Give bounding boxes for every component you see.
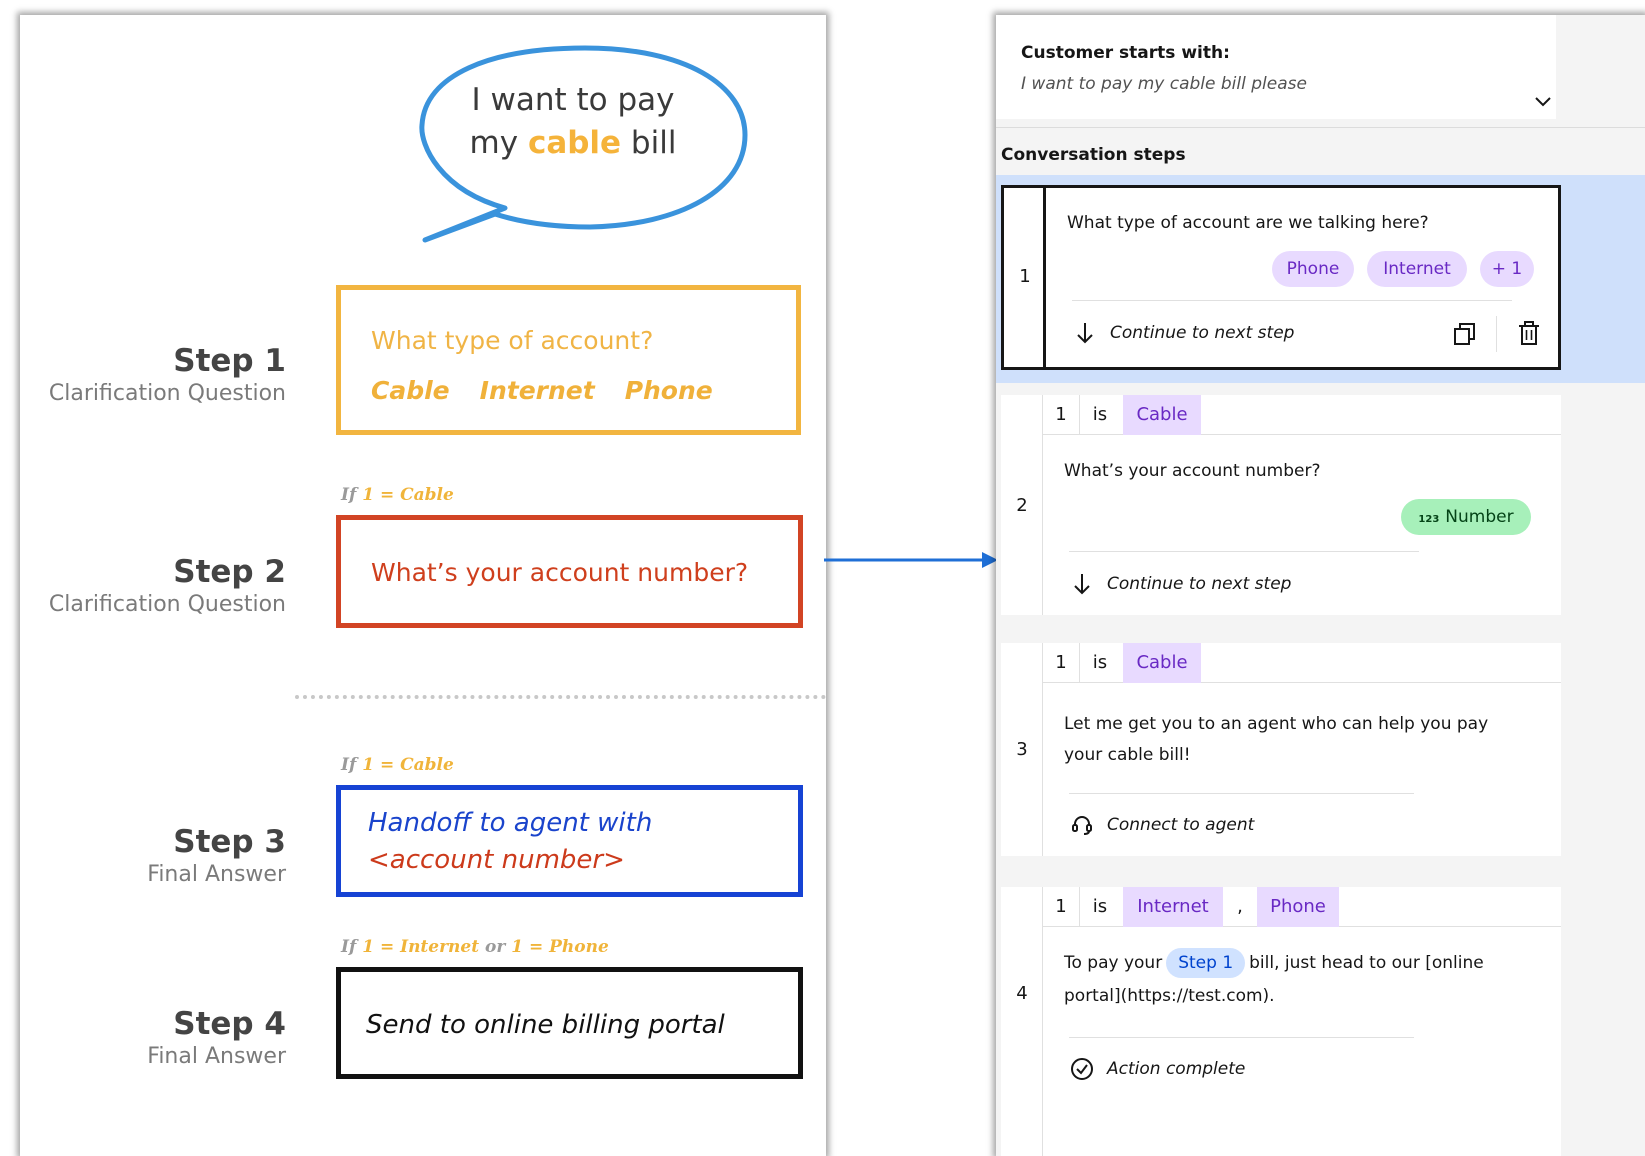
conversation-steps-title: Conversation steps bbox=[1001, 145, 1186, 165]
step-2-condition: If 1 = Cable bbox=[341, 485, 454, 505]
condition-value-tag-internet[interactable]: Internet bbox=[1123, 887, 1223, 927]
step-2-question: What’s your account number? bbox=[371, 558, 749, 587]
step-reference-tag[interactable]: Step 1 bbox=[1166, 948, 1246, 978]
step-2-action[interactable]: Continue to next step bbox=[1069, 572, 1291, 596]
section-divider bbox=[996, 127, 1645, 128]
step-4-text: Send to online billing portal bbox=[366, 1010, 725, 1040]
arrow-right-icon bbox=[824, 552, 998, 568]
response-type-number[interactable]: 123 Number bbox=[1401, 499, 1531, 535]
customer-starts-card[interactable]: Customer starts with: I want to pay my c… bbox=[996, 15, 1556, 119]
conversation-step-1[interactable]: 1 What type of account are we talking he… bbox=[1001, 185, 1561, 370]
conversation-step-2[interactable]: 2 1 is Cable What’s your account number?… bbox=[1001, 395, 1561, 615]
step-1-label: Step 1 Clarification Question bbox=[48, 343, 286, 406]
speech-bubble-text: I want to pay my cable bill bbox=[438, 79, 708, 165]
flow-diagram-panel: I want to pay my cable bill Step 1 Clari… bbox=[20, 15, 826, 1156]
number-type-icon: 123 bbox=[1418, 514, 1440, 525]
customer-starts-title: Customer starts with: bbox=[1021, 43, 1230, 63]
step-4-message[interactable]: To pay your Step 1 bill, just head to our … bbox=[1064, 947, 1484, 1013]
option-internet: Internet bbox=[479, 376, 595, 405]
step-3-line-1: Handoff to agent with bbox=[368, 808, 653, 838]
inner-divider bbox=[1069, 1037, 1414, 1038]
chevron-down-icon[interactable] bbox=[1534, 95, 1552, 109]
step-1-box: What type of account? Cable Internet Phone bbox=[336, 285, 801, 435]
step-3-condition-row[interactable]: 1 is Cable bbox=[1043, 643, 1561, 683]
conversation-step-3[interactable]: 3 1 is Cable Let me get you to an agent … bbox=[1001, 643, 1561, 856]
step-number-column: 3 bbox=[1001, 643, 1043, 856]
step-4-label: Step 4 Final Answer bbox=[147, 1006, 286, 1069]
condition-separator: , bbox=[1237, 896, 1243, 917]
conversation-step-4[interactable]: 4 1 is Internet , Phone To pay your Step … bbox=[1001, 887, 1561, 1156]
condition-operator: is bbox=[1092, 896, 1108, 917]
step-number: 1 bbox=[1019, 266, 1031, 287]
step-number: 4 bbox=[1016, 983, 1028, 1004]
condition-step-ref: 1 bbox=[1055, 896, 1067, 917]
condition-operator: is bbox=[1092, 652, 1108, 673]
step-4-condition-row[interactable]: 1 is Internet , Phone bbox=[1043, 887, 1561, 927]
arrow-down-icon bbox=[1077, 323, 1093, 344]
condition-step-ref: 1 bbox=[1055, 652, 1067, 673]
step-4-box: Send to online billing portal bbox=[336, 967, 803, 1079]
condition-operator: is bbox=[1092, 404, 1108, 425]
step-3-message[interactable]: Let me get you to an agent who can help … bbox=[1064, 709, 1488, 771]
step-4-action[interactable]: Action complete bbox=[1069, 1057, 1245, 1081]
arrow-down-icon bbox=[1074, 574, 1090, 595]
step-number-column: 1 bbox=[1004, 188, 1046, 367]
step-1-question: What type of account? bbox=[371, 326, 654, 355]
step-2-box: What’s your account number? bbox=[336, 515, 803, 628]
step-3-label: Step 3 Final Answer bbox=[147, 824, 286, 887]
step-3-condition: If 1 = Cable bbox=[341, 755, 454, 775]
duplicate-icon[interactable] bbox=[1452, 321, 1478, 347]
inner-divider bbox=[1069, 551, 1419, 552]
condition-value-tag[interactable]: Cable bbox=[1123, 643, 1201, 683]
bubble-line-1: I want to pay bbox=[471, 82, 675, 118]
step-number-column: 2 bbox=[1001, 395, 1043, 615]
step-number: 2 bbox=[1016, 495, 1028, 516]
condition-value-tag[interactable]: Cable bbox=[1123, 395, 1201, 435]
step-1-options: Cable Internet Phone bbox=[371, 376, 743, 405]
checkmark-circle-icon bbox=[1071, 1058, 1093, 1080]
toolbar-divider bbox=[1496, 316, 1497, 352]
customer-starts-text: I want to pay my cable bill please bbox=[1021, 74, 1307, 94]
headset-icon bbox=[1072, 816, 1092, 835]
step-2-condition-row[interactable]: 1 is Cable bbox=[1043, 395, 1561, 435]
step-1-question[interactable]: What type of account are we talking here… bbox=[1067, 213, 1429, 233]
condition-value-tag-phone[interactable]: Phone bbox=[1257, 887, 1339, 927]
option-cable: Cable bbox=[371, 376, 450, 405]
trash-icon[interactable] bbox=[1516, 321, 1542, 347]
step-2-label: Step 2 Clarification Question bbox=[48, 554, 286, 617]
option-tag-internet[interactable]: Internet bbox=[1367, 251, 1467, 287]
option-tag-more[interactable]: + 1 bbox=[1480, 251, 1534, 287]
inner-divider bbox=[1072, 300, 1512, 301]
step-2-question[interactable]: What’s your account number? bbox=[1064, 461, 1320, 481]
step-3-line-2: <account number> bbox=[368, 845, 625, 875]
step-number: 3 bbox=[1016, 739, 1028, 760]
bubble-line-2: my cable bill bbox=[469, 125, 677, 161]
option-tag-phone[interactable]: Phone bbox=[1272, 251, 1354, 287]
step-3-action[interactable]: Connect to agent bbox=[1069, 813, 1254, 837]
bubble-highlight: cable bbox=[527, 125, 622, 161]
step-1-action[interactable]: Continue to next step bbox=[1072, 321, 1294, 345]
step-number-column: 4 bbox=[1001, 887, 1043, 1156]
inner-divider bbox=[1069, 793, 1414, 794]
step-4-condition: If 1 = Internet or 1 = Phone bbox=[341, 937, 609, 957]
option-phone: Phone bbox=[624, 376, 713, 405]
conversation-editor-panel: Customer starts with: I want to pay my c… bbox=[996, 15, 1645, 1156]
condition-step-ref: 1 bbox=[1055, 404, 1067, 425]
step-3-box: Handoff to agent with <account number> bbox=[336, 785, 803, 897]
dotted-divider bbox=[295, 695, 826, 699]
